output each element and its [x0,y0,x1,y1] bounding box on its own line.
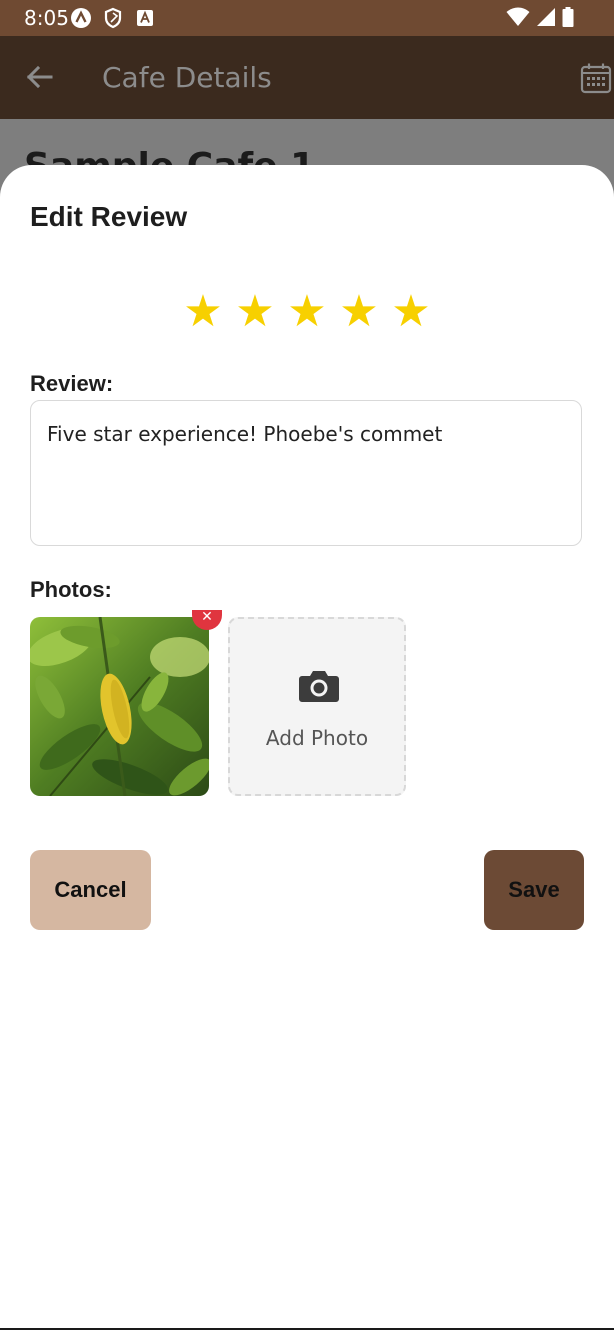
add-photo-button[interactable]: Add Photo [228,617,406,796]
text-icon [134,7,156,29]
status-bar: 8:05 [0,0,614,36]
close-icon: ✕ [201,609,213,625]
status-time: 8:05 [24,6,69,30]
star-rating: ★ ★ ★ ★ ★ [180,289,434,335]
back-button[interactable] [22,60,56,94]
star-1[interactable]: ★ [180,289,226,335]
photos-label: Photos: [30,577,112,602]
shield-icon [102,7,124,29]
star-4[interactable]: ★ [336,289,382,335]
signal-icon [536,7,556,32]
calendar-button[interactable] [578,60,614,96]
edit-review-sheet: Edit Review ★ ★ ★ ★ ★ Review: Five star … [0,165,614,1328]
review-label: Review: [30,371,114,396]
status-left-icons [70,7,156,29]
leaf-photo-image [30,617,209,796]
status-right-icons [506,7,574,32]
add-photo-label: Add Photo [265,726,369,750]
save-button[interactable]: Save [484,850,584,930]
calendar-icon [580,63,612,94]
star-3[interactable]: ★ [284,289,330,335]
photo-thumbnail[interactable] [30,617,209,796]
app-icon-a [70,7,92,29]
page-title: Cafe Details [102,61,272,94]
camera-icon [299,671,339,702]
app-bar: Cafe Details [0,36,614,119]
wifi-icon [506,7,530,32]
arrow-left-icon [26,65,53,89]
battery-icon [562,7,574,32]
cancel-button[interactable]: Cancel [30,850,151,930]
review-input[interactable]: Five star experience! Phoebe's commet [30,400,582,546]
star-5[interactable]: ★ [388,289,434,335]
star-2[interactable]: ★ [232,289,278,335]
sheet-title: Edit Review [30,201,188,232]
